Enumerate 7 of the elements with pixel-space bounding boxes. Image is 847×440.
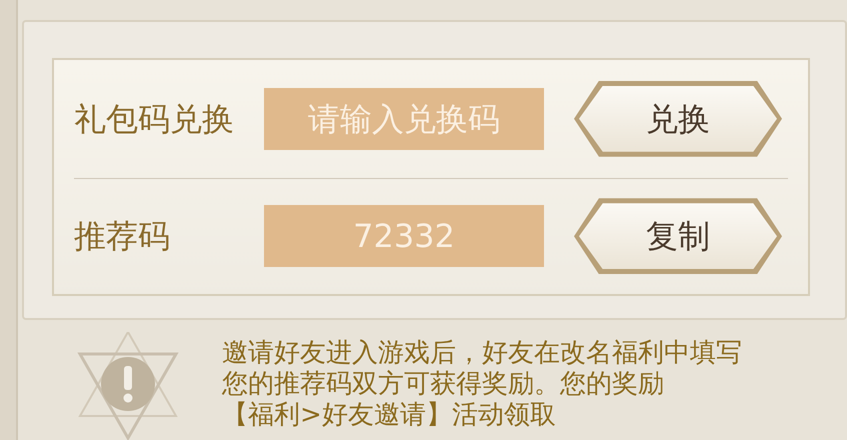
hex-button[interactable]: 兑换 (574, 80, 782, 157)
warning-icon (76, 332, 180, 440)
gift-code-label: 礼包码兑换 (74, 98, 235, 140)
hex-button[interactable]: 复制 (574, 198, 782, 274)
notice-text: 邀请好友进入游戏后，好友在改名福利中填写 您的推荐码双方可获得奖励。您的奖励 【福利>好友邀请】活动领取 (222, 338, 742, 431)
gift-code-input[interactable]: 请输入兑换码 (264, 88, 544, 150)
referral-code-label: 推荐码 (74, 216, 171, 258)
